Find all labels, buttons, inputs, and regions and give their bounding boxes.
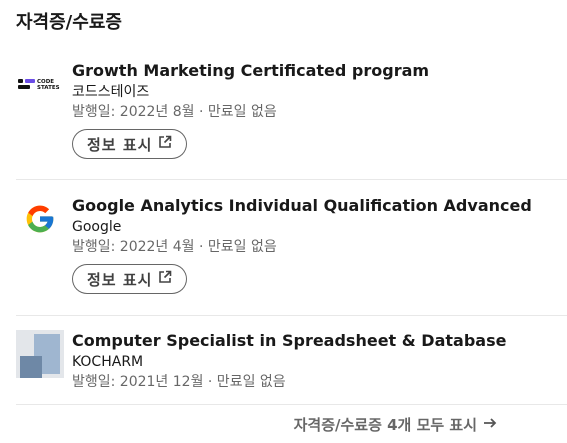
cert-item: Google Analytics Individual Qualificatio… xyxy=(16,195,567,305)
cert-date: 발행일: 2022년 4월 · 만료일 없음 xyxy=(72,239,277,255)
show-all-certifications-link[interactable]: 자격증/수료증 4개 모두 표시 xyxy=(294,414,497,435)
cert-issuer: KOCHARM xyxy=(72,354,144,370)
placeholder-logo[interactable] xyxy=(16,330,64,378)
divider xyxy=(16,315,567,316)
cert-name[interactable]: Growth Marketing Certificated program xyxy=(72,60,552,82)
cert-date: 발행일: 2021년 12월 · 만료일 없음 xyxy=(72,374,286,390)
cert-name[interactable]: Google Analytics Individual Qualificatio… xyxy=(72,195,552,217)
cert-issuer: Google xyxy=(72,219,122,235)
show-all-label: 자격증/수료증 4개 모두 표시 xyxy=(293,416,477,434)
button-label: 정보 표시 xyxy=(87,135,153,154)
section-title: 자격증/수료증 xyxy=(16,12,122,33)
external-link-icon xyxy=(158,135,172,153)
button-label: 정보 표시 xyxy=(87,270,153,289)
code-states-logo[interactable]: CODE STATES xyxy=(16,60,64,108)
divider xyxy=(16,179,567,180)
cert-name[interactable]: Computer Specialist in Spreadsheet & Dat… xyxy=(72,330,552,352)
external-link-icon xyxy=(158,270,172,288)
cert-item: CODE STATES Growth Marketing Certificate… xyxy=(16,60,567,170)
show-credential-button[interactable]: 정보 표시 xyxy=(72,264,188,294)
divider xyxy=(16,404,567,405)
cert-item: Computer Specialist in Spreadsheet & Dat… xyxy=(16,330,567,400)
cert-issuer: 코드스테이즈 xyxy=(72,84,150,100)
svg-text:STATES: STATES xyxy=(37,85,60,91)
arrow-right-icon xyxy=(483,416,497,434)
show-credential-button[interactable]: 정보 표시 xyxy=(72,129,188,159)
google-g-logo[interactable] xyxy=(16,195,64,243)
cert-date: 발행일: 2022년 8월 · 만료일 없음 xyxy=(72,104,277,120)
